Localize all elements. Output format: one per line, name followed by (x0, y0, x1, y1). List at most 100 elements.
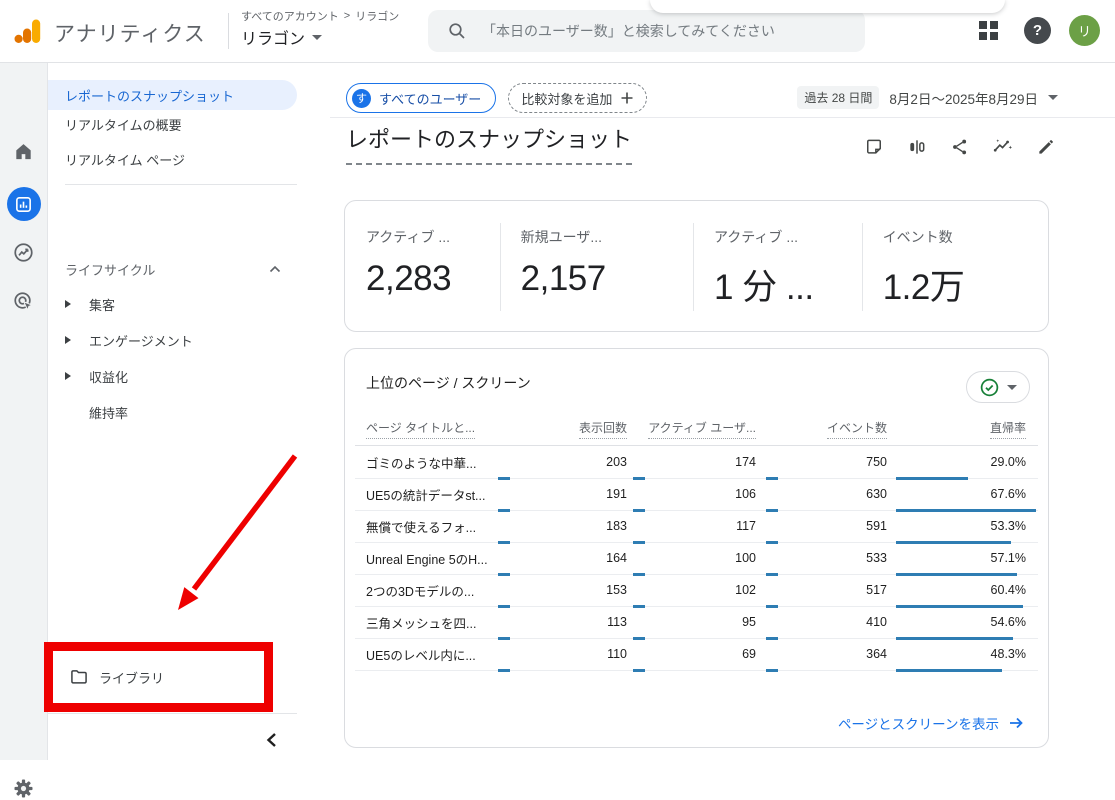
toolbar-divider (330, 117, 1115, 118)
table-row: ゴミのような中華... 203 174 750 29.0% (355, 446, 1038, 479)
home-icon (12, 140, 35, 163)
mini-bar (498, 669, 510, 673)
sidebar-item-retention[interactable]: 維持率 (48, 400, 297, 424)
share-button[interactable] (949, 136, 971, 158)
advertising-nav-button[interactable] (0, 290, 47, 313)
metric-divider (862, 223, 863, 311)
metric-active-users: アクティブ ... 2,283 (345, 201, 500, 331)
google-apps-grid-icon[interactable] (979, 21, 998, 40)
reports-sidebar: レポートのスナップショット リアルタイムの概要 リアルタイム ページ ライフサイ… (48, 62, 330, 760)
check-circle-icon (979, 377, 1000, 398)
table-title: 上位のページ / スクリーン (366, 373, 531, 393)
date-range-preset-badge: 過去 28 日間 (797, 86, 879, 109)
date-range-value: 8月2日〜2025年8月29日 (889, 88, 1038, 108)
data-quality-dropdown[interactable] (966, 371, 1030, 403)
main-content: す すべてのユーザー 比較対象を追加 過去 28 日間 8月2日〜2025年8月… (330, 62, 1115, 760)
help-button[interactable]: ? (1024, 17, 1051, 44)
chevron-down-icon (312, 35, 322, 40)
table-header-row: ページ タイトルと... 表示回数 アクティブ ユーザ... イベント数 直帰率 (345, 419, 1048, 443)
chevron-up-icon (269, 265, 297, 273)
summary-metrics-card: アクティブ ... 2,283 新規ユーザ... 2,157 アクティブ ...… (344, 200, 1049, 332)
table-row: UE5のレベル内に... 110 69 364 48.3% (355, 638, 1038, 671)
search-bar[interactable] (428, 10, 865, 52)
dismissed-popup-edge (650, 0, 1005, 13)
view-pages-link[interactable]: ページとスクリーンを表示 (838, 713, 1024, 733)
explore-icon (12, 241, 35, 264)
sidebar-item-realtime-overview[interactable]: リアルタイムの概要 (48, 112, 297, 136)
sidebar-item-library[interactable]: ライブラリ (48, 662, 297, 692)
table-row: UE5の統計データst... 191 106 630 67.6% (355, 478, 1038, 511)
report-actions (863, 136, 1057, 158)
page-title: レポートのスナップショット (346, 122, 632, 165)
table-row: Unreal Engine 5のH... 164 100 533 57.1% (355, 542, 1038, 575)
metric-new-users: 新規ユーザ... 2,157 (500, 201, 693, 331)
bounce-rate-bar (896, 669, 1002, 673)
app-header: アナリティクス すべてのアカウント > リラゴン リラゴン ? リ (0, 0, 1115, 63)
search-icon (448, 22, 466, 40)
metric-divider (500, 223, 501, 311)
breadcrumb: すべてのアカウント > リラゴン (241, 8, 399, 24)
sidebar-item-acquisition[interactable]: 集客 (48, 292, 297, 316)
column-header-event-count[interactable]: イベント数 (827, 419, 887, 436)
sidebar-divider (65, 184, 297, 185)
arrow-right-icon (1008, 715, 1024, 731)
metric-avg-engagement-time: アクティブ ... 1 分 ... (693, 201, 862, 331)
chevron-down-icon (1048, 95, 1058, 100)
compare-bars-icon (907, 137, 927, 157)
breadcrumb-separator: > (344, 10, 350, 22)
reports-active-circle (7, 187, 41, 221)
bar-chart-icon (14, 195, 33, 214)
column-header-active-users[interactable]: アクティブ ユーザ... (648, 419, 756, 436)
reports-nav-button[interactable] (0, 187, 47, 221)
metric-divider (693, 223, 694, 311)
comparison-mode-button[interactable] (906, 136, 928, 158)
folder-icon (69, 667, 89, 687)
add-note-button[interactable] (863, 136, 885, 158)
metric-event-count: イベント数 1.2万 (862, 201, 1048, 331)
header-divider (228, 13, 229, 49)
add-comparison-chip[interactable]: 比較対象を追加 (508, 83, 647, 113)
admin-settings-button[interactable] (0, 777, 47, 800)
sidebar-section-lifecycle[interactable]: ライフサイクル (48, 257, 297, 281)
home-nav-button[interactable] (0, 140, 47, 163)
share-icon (950, 137, 970, 157)
table-row: 三角メッシュを四... 113 95 410 54.6% (355, 606, 1038, 639)
left-rail (0, 62, 48, 760)
column-header-bounce-rate[interactable]: 直帰率 (990, 419, 1026, 436)
top-pages-card: 上位のページ / スクリーン ページ タイトルと... 表示回数 アクティブ ユ… (344, 348, 1049, 748)
sidebar-item-report-snapshot[interactable]: レポートのスナップショット (48, 80, 297, 110)
insights-sparkline-icon (992, 136, 1014, 158)
pencil-icon (1036, 137, 1056, 157)
app-title: アナリティクス (54, 18, 206, 48)
mini-bar (633, 669, 645, 673)
chevron-down-icon (1007, 385, 1017, 390)
date-range-selector[interactable]: 過去 28 日間 8月2日〜2025年8月29日 (797, 86, 1058, 109)
chevron-left-icon (266, 732, 277, 748)
column-header-page-title[interactable]: ページ タイトルと... (366, 419, 475, 436)
all-users-chip[interactable]: す すべてのユーザー (346, 83, 496, 113)
comparison-pills: す すべてのユーザー 比較対象を追加 (346, 83, 647, 113)
mini-bar (766, 669, 778, 673)
table-row: 2つの3Dモデルの... 153 102 517 60.4% (355, 574, 1038, 607)
sidebar-footer-divider (47, 713, 297, 714)
edit-report-button[interactable] (1035, 136, 1057, 158)
help-icon: ? (1033, 22, 1042, 39)
note-icon (864, 137, 884, 157)
explore-nav-button[interactable] (0, 241, 47, 264)
collapse-sidebar-button[interactable] (256, 727, 286, 753)
sidebar-item-engagement[interactable]: エンゲージメント (48, 328, 297, 352)
advertising-icon (12, 290, 35, 313)
gear-icon (12, 777, 35, 800)
ga4-report-snapshot-screen: { "colors": { "accent_blue": "#1a73e8", … (0, 0, 1115, 760)
table-row: 無償で使えるフォ... 183 117 591 53.3% (355, 510, 1038, 543)
plus-icon (620, 91, 634, 105)
insights-button[interactable] (992, 136, 1014, 158)
account-switcher[interactable]: リラゴン (241, 25, 322, 49)
analytics-logo-icon (14, 17, 42, 45)
sidebar-item-monetization[interactable]: 収益化 (48, 364, 297, 388)
segment-badge: す (352, 89, 371, 108)
sidebar-item-realtime-pages[interactable]: リアルタイム ページ (48, 147, 297, 171)
avatar[interactable]: リ (1069, 15, 1100, 46)
search-input[interactable] (480, 22, 844, 40)
column-header-views[interactable]: 表示回数 (579, 419, 627, 436)
